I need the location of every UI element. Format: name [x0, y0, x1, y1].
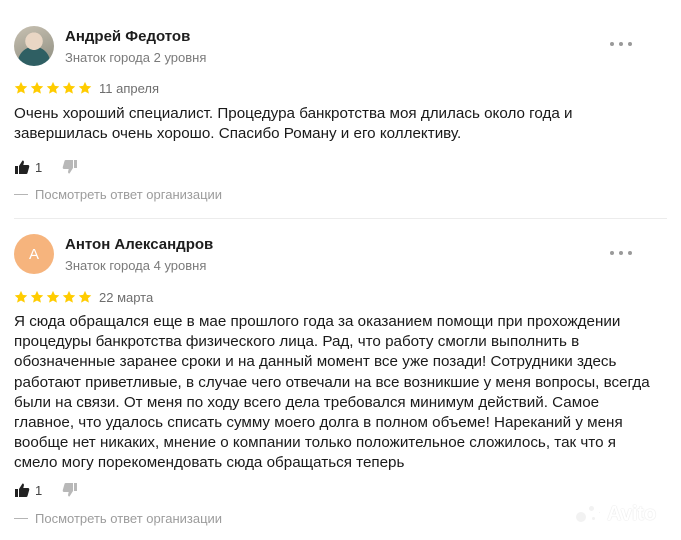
watermark-logo: Avito [574, 503, 656, 526]
rating-stars [14, 290, 92, 304]
watermark-text: Avito [607, 503, 657, 525]
watermark-dots-icon [574, 503, 604, 526]
avatar[interactable]: А [14, 234, 54, 274]
view-reply-link[interactable]: Посмотреть ответ организации [35, 511, 222, 526]
author-level: Знаток города 4 уровня [65, 258, 207, 273]
review-date: 22 марта [99, 290, 154, 305]
review-text: Я сюда обращался еще в мае прошлого года… [14, 313, 650, 472]
star-icon [14, 290, 28, 303]
review-card: А Антон Александров Знаток города 4 уров… [0, 0, 681, 540]
star-icon [46, 290, 60, 303]
thumbs-down-icon[interactable] [62, 482, 78, 498]
reply-row: Посмотреть ответ организации [14, 511, 222, 526]
star-icon [62, 290, 76, 303]
like-count: 1 [35, 482, 43, 498]
author-name[interactable]: Антон Александров [65, 236, 213, 253]
more-options-icon[interactable] [610, 249, 632, 257]
thumbs-up-icon[interactable] [14, 482, 30, 498]
star-icon [30, 290, 44, 303]
reply-dash [14, 518, 28, 519]
reaction-row: 1 [14, 482, 78, 498]
star-icon [78, 290, 92, 303]
